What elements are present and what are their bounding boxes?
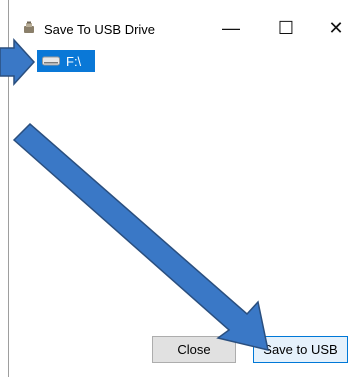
save-to-usb-button[interactable]: Save to USB xyxy=(253,336,348,363)
title-bar[interactable]: Save To USB Drive — ☐ ✕ xyxy=(9,0,359,40)
save-button-label: Save to USB xyxy=(263,342,338,357)
drive-tree: F:\ xyxy=(37,50,107,74)
drive-icon xyxy=(42,56,60,66)
close-button-label: Close xyxy=(177,342,211,357)
minimize-button[interactable]: — xyxy=(214,14,248,42)
maximize-button[interactable]: ☐ xyxy=(269,14,303,42)
maximize-icon: ☐ xyxy=(277,17,295,38)
close-window-button[interactable]: ✕ xyxy=(319,14,353,42)
tree-item-f-drive[interactable]: F:\ xyxy=(37,50,95,72)
usb-drive-icon xyxy=(24,21,34,33)
close-button[interactable]: Close xyxy=(152,336,236,363)
tree-item-label: F:\ xyxy=(66,53,82,69)
window-title: Save To USB Drive xyxy=(44,22,156,37)
minimize-icon: — xyxy=(222,17,240,38)
save-to-usb-window: Save To USB Drive — ☐ ✕ F:\ Close Save t… xyxy=(8,0,359,377)
close-icon: ✕ xyxy=(328,17,344,38)
